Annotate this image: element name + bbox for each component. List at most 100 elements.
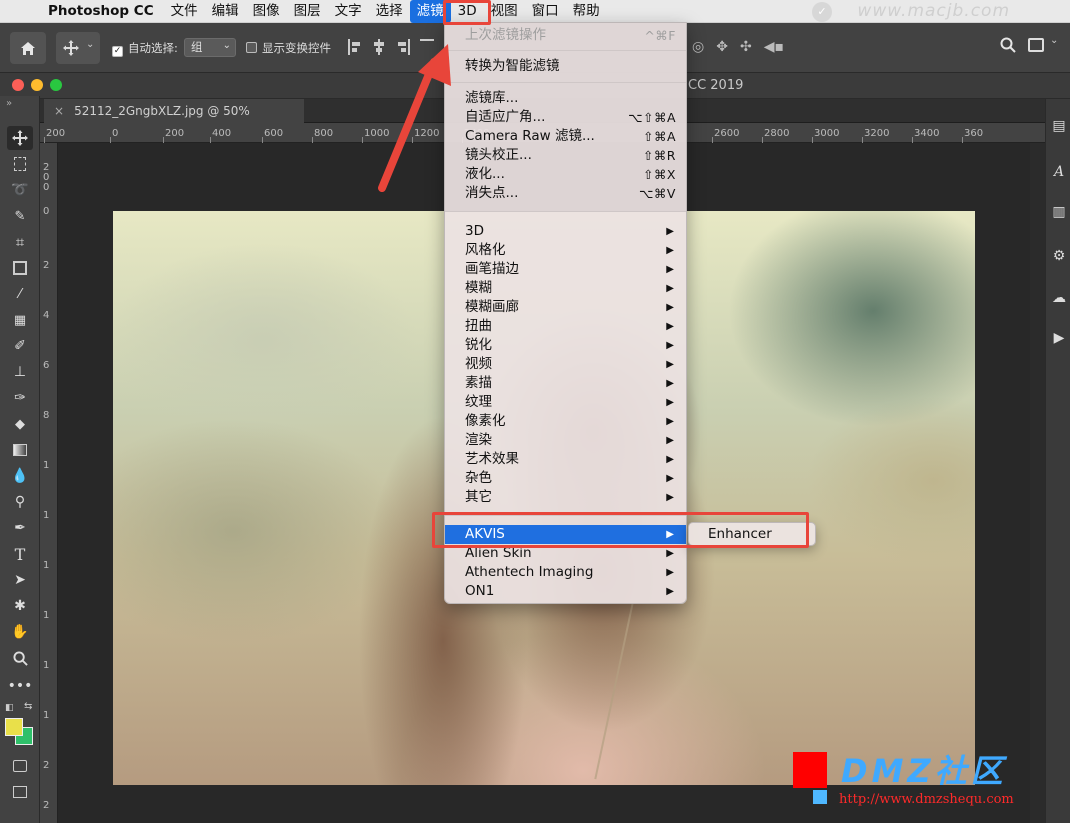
menu-item-on1[interactable]: ON1 ▶ <box>445 582 686 601</box>
zoom-window-button[interactable] <box>50 79 62 91</box>
screen-mode-button[interactable] <box>7 780 33 804</box>
app-name-menu[interactable]: Photoshop CC <box>48 3 154 19</box>
blur-tool[interactable]: 💧 <box>7 464 33 488</box>
dodge-tool[interactable]: ⚲ <box>7 490 33 514</box>
document-tab[interactable]: ×52112_2GngbXLZ.jpg @ 50%(RGB/8#) <box>44 99 304 142</box>
tools-panel: » ➰ ✎ ⌗ ⁄ ▦ ✐ ⊥ ✑ ◆ 💧 ⚲ ✒ T ➤ ✱ ✋ ••• ◧ … <box>0 96 40 823</box>
menu-help[interactable]: 帮助 <box>566 0 607 23</box>
menu-item-label: ON1 <box>465 583 495 599</box>
zoom-tool[interactable] <box>7 646 33 670</box>
move-tool-preset-button[interactable]: ⌄ <box>56 32 100 64</box>
menu-item-sketch[interactable]: 素描 ▶ <box>445 374 686 393</box>
menu-item-convert-smart-filters[interactable]: 转换为智能滤镜 <box>445 57 686 76</box>
stamp-icon: ⊥ <box>13 364 27 380</box>
minimize-window-button[interactable] <box>31 79 43 91</box>
search-icon[interactable] <box>1000 37 1016 56</box>
menu-item-blur[interactable]: 模糊 ▶ <box>445 279 686 298</box>
foreground-color-swatch[interactable] <box>5 718 23 736</box>
right-panel-dock: ▤ A ▥ ⚙ ☁ ▶ <box>1045 99 1070 823</box>
menu-edit[interactable]: 编辑 <box>205 0 246 23</box>
menu-item-pixelate[interactable]: 像素化 ▶ <box>445 412 686 431</box>
play-actions-icon[interactable]: ▶ <box>1050 329 1068 347</box>
marquee-tool[interactable] <box>7 152 33 176</box>
close-tab-icon[interactable]: × <box>54 104 64 118</box>
default-colors-icon[interactable]: ◧ <box>5 703 14 713</box>
3d-roll-icon[interactable]: ✥ <box>716 39 728 55</box>
3d-slide-icon[interactable]: ◀▪ <box>764 39 784 55</box>
menu-item-artistic[interactable]: 艺术效果 ▶ <box>445 450 686 469</box>
type-tool[interactable]: T <box>7 542 33 566</box>
pen-tool[interactable]: ✒ <box>7 516 33 540</box>
brush-icon: ✐ <box>14 338 26 354</box>
move-tool[interactable] <box>7 126 33 150</box>
submenu-arrow-icon: ▶ <box>666 340 674 351</box>
submenu-arrow-icon: ▶ <box>666 435 674 446</box>
menu-file[interactable]: 文件 <box>164 0 205 23</box>
menu-item-label: 扭曲 <box>465 318 492 334</box>
dodge-icon: ⚲ <box>14 494 26 510</box>
path-select-tool[interactable]: ➤ <box>7 568 33 592</box>
menu-item-liquify[interactable]: 液化... ⇧⌘X <box>445 165 686 184</box>
menu-item-distort[interactable]: 扭曲 ▶ <box>445 317 686 336</box>
menu-item-blur-gallery[interactable]: 模糊画廊 ▶ <box>445 298 686 317</box>
menu-item-athentech-imaging[interactable]: Athentech Imaging ▶ <box>445 563 686 582</box>
menu-layer[interactable]: 图层 <box>287 0 328 23</box>
healing-brush-tool[interactable]: ▦ <box>7 308 33 332</box>
auto-select-checkbox[interactable]: ✓ 自动选择: <box>112 40 178 57</box>
menu-window[interactable]: 窗口 <box>525 0 566 23</box>
submenu-arrow-icon: ▶ <box>666 321 674 332</box>
menu-item-stylize[interactable]: 风格化 ▶ <box>445 241 686 260</box>
libraries-icon[interactable]: ▥ <box>1050 203 1068 221</box>
ruler-tick-label: 1 <box>43 560 50 571</box>
menu-item-camera-raw[interactable]: Camera Raw 滤镜... ⇧⌘A <box>445 127 686 146</box>
lasso-tool[interactable]: ➰ <box>7 178 33 202</box>
menu-item-label: 消失点... <box>465 185 519 201</box>
history-brush-tool[interactable]: ✑ <box>7 386 33 410</box>
brush-tool[interactable]: ✐ <box>7 334 33 358</box>
menu-image[interactable]: 图像 <box>246 0 287 23</box>
swap-colors-icon[interactable]: ⇆ <box>24 701 32 712</box>
menu-item-other[interactable]: 其它 ▶ <box>445 488 686 507</box>
character-panel-icon[interactable]: A <box>1050 163 1068 181</box>
workspace-icon[interactable] <box>1028 38 1044 52</box>
shape-tool[interactable]: ✱ <box>7 594 33 618</box>
menu-item-sharpen[interactable]: 锐化 ▶ <box>445 336 686 355</box>
chevron-down-icon[interactable]: ⌄ <box>1050 35 1058 46</box>
quick-mask-button[interactable] <box>7 754 33 778</box>
quick-select-tool[interactable]: ✎ <box>7 204 33 228</box>
submenu-arrow-icon: ▶ <box>666 264 674 275</box>
edit-toolbar-button[interactable]: ••• <box>7 674 33 698</box>
panel-icon-1[interactable]: ▤ <box>1050 117 1068 135</box>
gradient-tool[interactable] <box>7 438 33 462</box>
3d-orbit-icon[interactable]: ◎ <box>692 39 704 55</box>
show-transform-checkbox[interactable]: 显示变换控件 <box>246 40 331 56</box>
eyedropper-tool[interactable]: ⁄ <box>7 282 33 306</box>
menu-item-filter-gallery[interactable]: 滤镜库... <box>445 89 686 108</box>
menu-item-video[interactable]: 视频 ▶ <box>445 355 686 374</box>
close-window-button[interactable] <box>12 79 24 91</box>
crop-tool[interactable]: ⌗ <box>7 230 33 254</box>
panel-collapse-icon[interactable]: » <box>6 98 12 109</box>
auto-select-dropdown[interactable]: 组 ⌄ <box>184 38 236 57</box>
menu-item-texture[interactable]: 纹理 ▶ <box>445 393 686 412</box>
clone-stamp-tool[interactable]: ⊥ <box>7 360 33 384</box>
menu-item-vanishing-point[interactable]: 消失点... ⌥⌘V <box>445 184 686 203</box>
hand-tool[interactable]: ✋ <box>7 620 33 644</box>
pen-icon: ✒ <box>14 520 26 536</box>
menu-item-3d[interactable]: 3D ▶ <box>445 222 686 241</box>
eraser-tool[interactable]: ◆ <box>7 412 33 436</box>
adjustments-icon[interactable]: ⚙ <box>1050 247 1068 265</box>
3d-drag-icon[interactable]: ✣ <box>740 39 752 55</box>
menu-select[interactable]: 选择 <box>369 0 410 23</box>
menu-item-label: 像素化 <box>465 413 506 429</box>
menu-item-brush-strokes[interactable]: 画笔描边 ▶ <box>445 260 686 279</box>
menu-item-adaptive-wide-angle[interactable]: 自适应广角... ⌥⇧⌘A <box>445 108 686 127</box>
menu-item-render[interactable]: 渲染 ▶ <box>445 431 686 450</box>
menu-item-lens-correction[interactable]: 镜头校正... ⇧⌘R <box>445 146 686 165</box>
submenu-arrow-icon: ▶ <box>666 359 674 370</box>
menu-item-noise[interactable]: 杂色 ▶ <box>445 469 686 488</box>
home-button[interactable] <box>10 32 46 64</box>
menu-type[interactable]: 文字 <box>328 0 369 23</box>
frame-tool[interactable] <box>7 256 33 280</box>
properties-icon[interactable]: ☁ <box>1050 289 1068 307</box>
